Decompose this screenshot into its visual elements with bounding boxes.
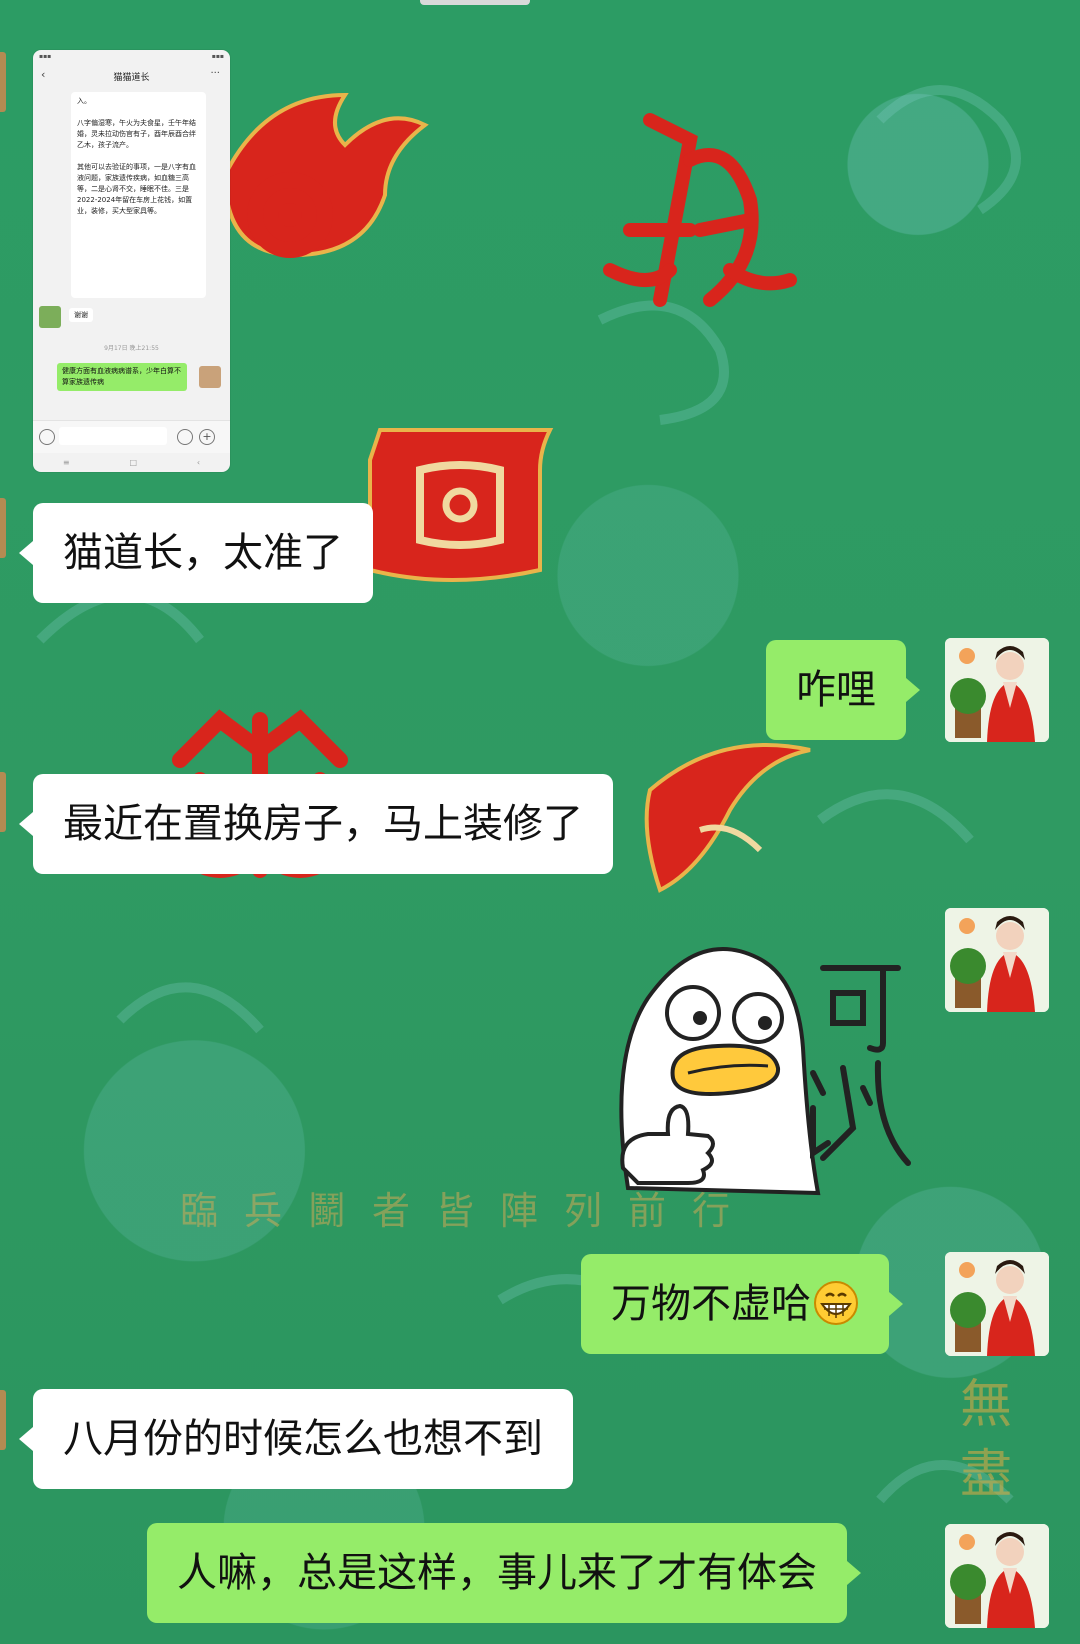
sender-avatar-partial[interactable]: [0, 52, 6, 112]
mini-timestamp: 9月17日 晚上21:55: [104, 345, 159, 352]
sticker-message[interactable]: [608, 938, 918, 1200]
back-nav-icon: ‹: [196, 458, 201, 467]
user-avatar[interactable]: [945, 1524, 1049, 1628]
sender-avatar-partial[interactable]: [0, 1390, 6, 1450]
mini-chat-title: 猫猫道长: [113, 73, 150, 83]
message-bubble-right[interactable]: 人嘛，总是这样，事儿来了才有体会: [147, 1523, 861, 1623]
mini-status-bar: ▪▪▪ ▪▪▪: [39, 53, 224, 60]
voice-icon: [39, 429, 55, 445]
mini-green-bubble: 健康方面有血液病病谱系，少年白算不算家族遗传病: [57, 363, 187, 391]
woman-in-red-avatar: [945, 1524, 1049, 1628]
woman-in-red-avatar: [945, 1252, 1049, 1356]
sender-avatar-partial[interactable]: [0, 498, 6, 558]
user-avatar[interactable]: [945, 638, 1049, 742]
home-icon: □: [129, 458, 138, 467]
message-bubble-left[interactable]: 八月份的时候怎么也想不到: [19, 1389, 573, 1489]
top-indicator: [420, 0, 530, 5]
red-box-glyph: [368, 428, 554, 582]
user-avatar[interactable]: [945, 908, 1049, 1012]
duck-thumbs-up-sticker: [619, 947, 911, 1196]
message-bubble-left[interactable]: 最近在置换房子，马上装修了: [19, 774, 613, 874]
message-bubble-right[interactable]: 咋哩: [766, 640, 920, 740]
woman-in-red-avatar: [945, 908, 1049, 1012]
message-text: 万物不虚哈: [611, 1281, 811, 1327]
image-message[interactable]: ▪▪▪ ▪▪▪ ‹ 猫猫道长 ··· 入。 八字偏湿寒，午火为夫食星，壬午年结婚，…: [33, 50, 230, 472]
mini-input-bar: +: [33, 420, 230, 453]
mini-avatar: [39, 306, 61, 328]
red-flame-glyph: [222, 92, 429, 258]
mini-input-box: [59, 427, 167, 445]
sender-avatar-partial[interactable]: [0, 772, 6, 832]
plus-icon: +: [199, 429, 215, 445]
user-avatar[interactable]: [945, 1252, 1049, 1356]
mini-reply-bubble: 谢谢: [69, 308, 93, 322]
menu-icon: ≡: [62, 458, 70, 467]
emoji-icon: [177, 429, 193, 445]
message-bubble-left[interactable]: 猫道长，太准了: [19, 503, 373, 603]
red-fly-glyph: [603, 113, 797, 307]
woman-in-red-avatar: [945, 638, 1049, 742]
sticker-text-glyphs: [810, 965, 911, 1166]
more-icon: ···: [210, 68, 220, 79]
message-bubble-right[interactable]: 万物不虚哈: [581, 1254, 903, 1354]
red-eye-glyph: [644, 743, 811, 893]
mini-avatar: [199, 366, 221, 388]
mini-message-card: 入。 八字偏湿寒，午火为夫食星，壬午年结婚，灵未拉动伤官有子，酉年辰酉合绊乙木，…: [71, 92, 206, 298]
mini-nav-bar: ≡ □ ‹: [33, 453, 230, 472]
wallpaper-side-text: 無盡: [960, 1375, 1013, 1505]
grinning-face-emoji: [814, 1281, 858, 1325]
